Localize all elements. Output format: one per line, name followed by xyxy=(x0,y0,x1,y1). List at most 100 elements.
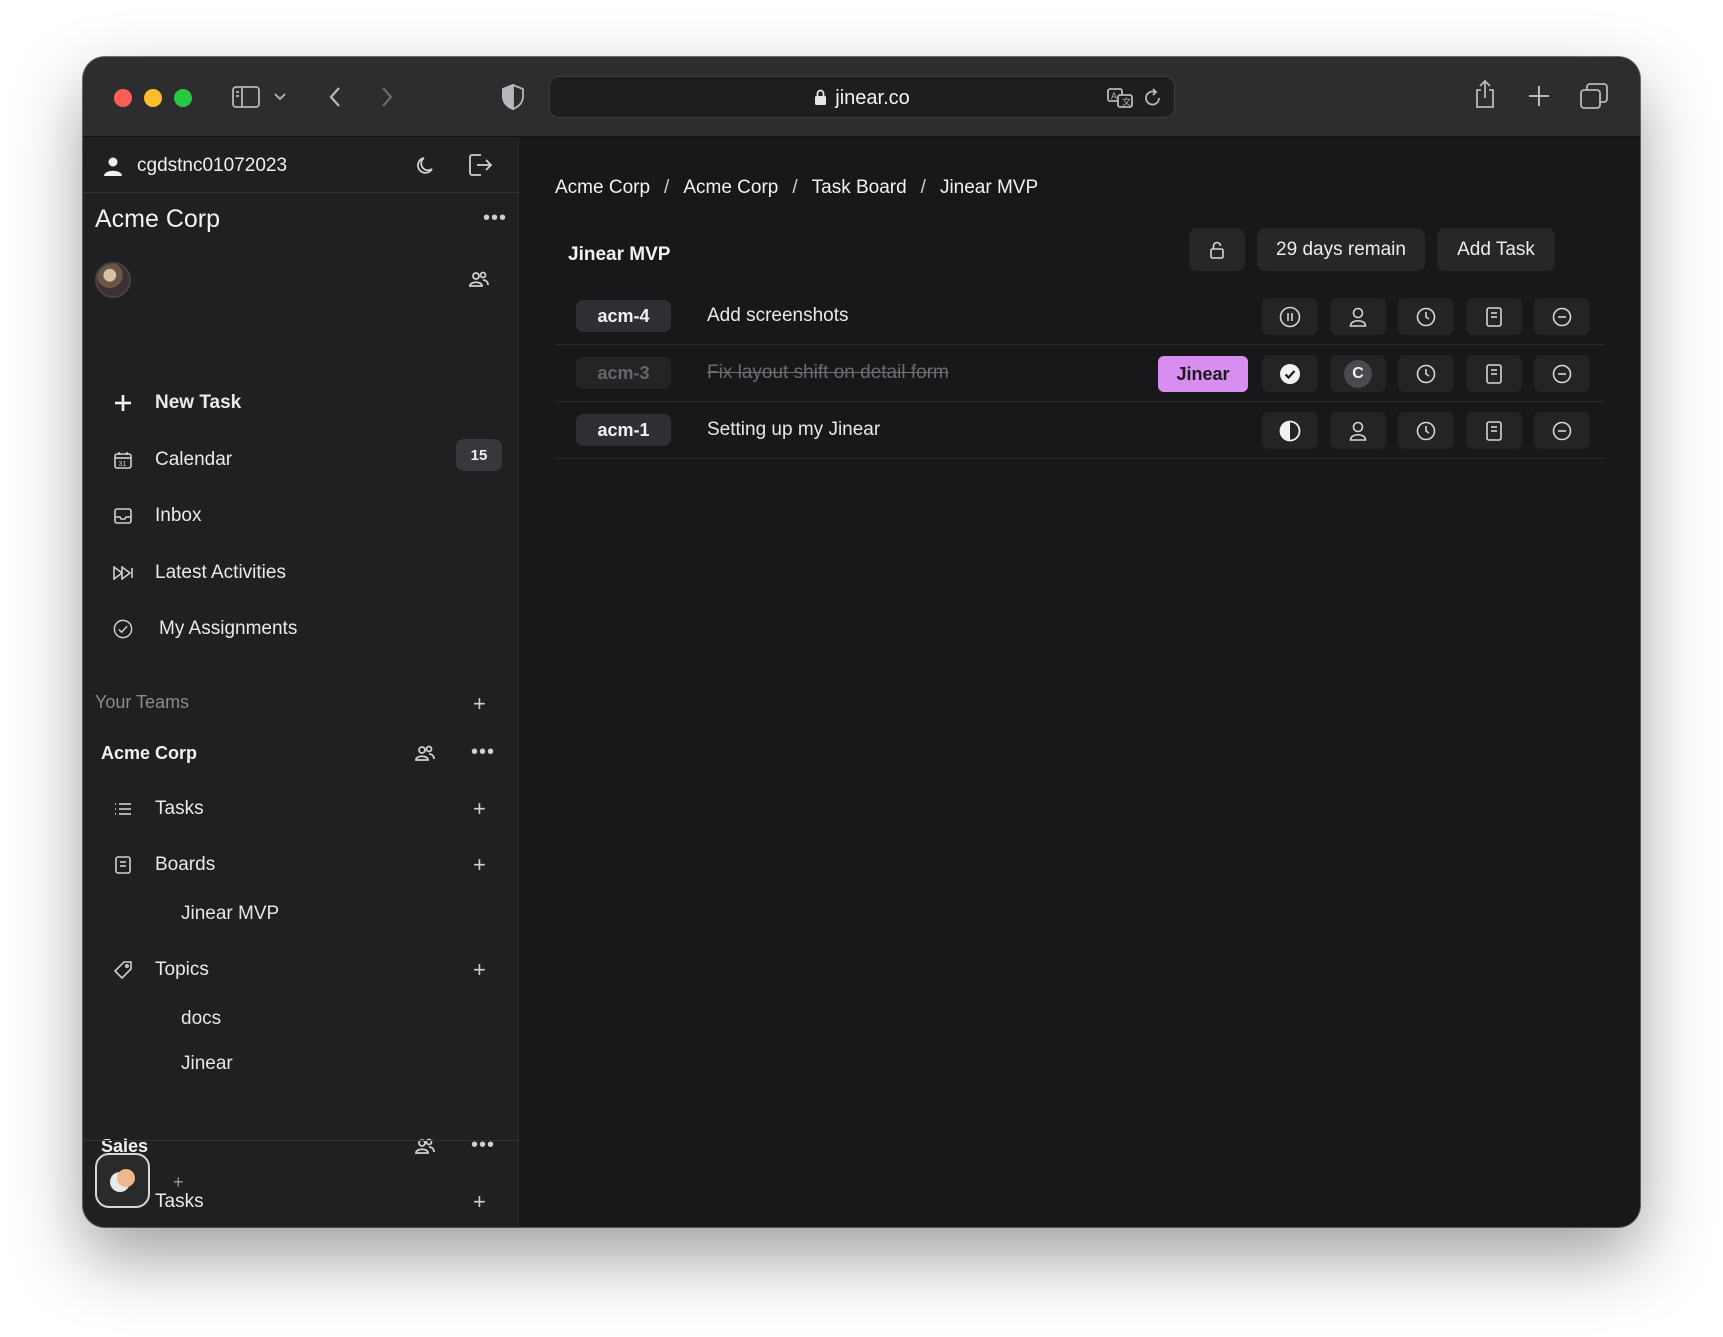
document-icon xyxy=(1486,363,1502,384)
forward-icon[interactable] xyxy=(375,83,399,111)
add-board-button[interactable]: + xyxy=(473,854,486,876)
task-row[interactable]: acm-4 Add screenshots xyxy=(555,289,1604,345)
moon-icon[interactable] xyxy=(413,153,439,179)
new-tab-icon[interactable] xyxy=(1526,82,1552,110)
browser-toolbar: jinear.co A文 xyxy=(83,57,1640,137)
back-icon[interactable] xyxy=(323,83,347,111)
workspace-title: Acme Corp xyxy=(95,205,221,233)
latest-activities-label: Latest Activities xyxy=(155,562,286,583)
close-window-button[interactable] xyxy=(114,89,132,107)
calendar-icon: 31 xyxy=(113,450,133,470)
board-button[interactable] xyxy=(1466,298,1522,335)
half-circle-icon xyxy=(1279,420,1301,441)
browser-window: jinear.co A文 cgdstnc01072023 Acme Corp •… xyxy=(83,57,1640,1227)
due-date-button[interactable] xyxy=(1398,298,1454,335)
status-button[interactable] xyxy=(1262,412,1318,449)
assignee-avatar: C xyxy=(1344,359,1372,388)
sidebar-item-boards[interactable]: Boards xyxy=(113,847,215,883)
topic-item-docs[interactable]: docs xyxy=(181,1008,221,1030)
status-button[interactable] xyxy=(1262,355,1318,392)
reload-icon[interactable] xyxy=(1142,86,1164,110)
workspace-switch-button[interactable] xyxy=(95,1153,150,1208)
address-bar[interactable]: jinear.co A文 xyxy=(549,76,1175,118)
task-title[interactable]: Fix layout shift on detail form xyxy=(707,362,949,384)
task-title[interactable]: Add screenshots xyxy=(707,305,849,327)
chevron-down-icon[interactable] xyxy=(271,87,289,107)
topic-item-jinear[interactable]: Jinear xyxy=(181,1053,233,1075)
remove-button[interactable] xyxy=(1534,298,1590,335)
topic-tag[interactable]: Jinear xyxy=(1158,356,1248,392)
share-icon[interactable] xyxy=(1471,77,1499,111)
breadcrumb-separator: / xyxy=(920,177,926,198)
workspace-members-icon[interactable] xyxy=(467,267,491,291)
workspace-logo-icon xyxy=(109,1168,135,1192)
team-members-icon[interactable] xyxy=(413,741,437,765)
days-remain-button[interactable]: 29 days remain xyxy=(1257,228,1425,271)
breadcrumb-item[interactable]: Jinear MVP xyxy=(940,177,1038,199)
task-row[interactable]: acm-3 Fix layout shift on detail form Ji… xyxy=(555,346,1604,402)
team-name-acme[interactable]: Acme Corp xyxy=(101,743,197,764)
avatar[interactable] xyxy=(95,262,131,298)
new-task-button[interactable]: New Task xyxy=(113,385,241,421)
sidebar-toggle-icon[interactable] xyxy=(230,82,262,112)
board-icon xyxy=(113,855,133,875)
remove-button[interactable] xyxy=(1534,355,1590,392)
add-team-button[interactable]: + xyxy=(473,693,486,715)
calendar-label: Calendar xyxy=(155,449,233,470)
tabs-overview-icon[interactable] xyxy=(1579,81,1609,111)
shield-icon[interactable] xyxy=(500,82,526,112)
user-icon xyxy=(104,157,122,176)
assignee-button[interactable] xyxy=(1330,298,1386,335)
main-content: Acme Corp / Acme Corp / Task Board / Jin… xyxy=(519,137,1640,1227)
svg-text:文: 文 xyxy=(1122,96,1131,107)
due-date-button[interactable] xyxy=(1398,412,1454,449)
minus-circle-icon xyxy=(1552,421,1572,440)
board-button[interactable] xyxy=(1466,355,1522,392)
add-task-plus-button[interactable]: + xyxy=(473,798,486,820)
inbox-count-badge: 15 xyxy=(456,439,502,471)
url-text: jinear.co xyxy=(835,87,910,109)
add-workspace-button[interactable]: + xyxy=(173,1173,184,1191)
board-item-jinear-mvp[interactable]: Jinear MVP xyxy=(181,903,279,925)
add-topic-button[interactable]: + xyxy=(473,959,486,981)
sidebar-item-latest-activities[interactable]: Latest Activities xyxy=(113,555,286,591)
assignee-button[interactable] xyxy=(1330,412,1386,449)
remove-button[interactable] xyxy=(1534,412,1590,449)
workspace-more-icon[interactable]: ••• xyxy=(483,207,507,230)
task-id: acm-1 xyxy=(576,414,671,446)
translate-icon[interactable]: A文 xyxy=(1106,86,1134,110)
logout-icon[interactable] xyxy=(467,151,495,179)
team-more-icon[interactable]: ••• xyxy=(471,741,495,764)
sidebar-item-team-tasks[interactable]: Tasks xyxy=(113,791,204,827)
breadcrumb-item[interactable]: Task Board xyxy=(812,177,907,199)
current-user[interactable]: cgdstnc01072023 xyxy=(103,151,287,181)
unlock-icon xyxy=(1210,241,1224,259)
lock-icon xyxy=(814,89,827,112)
check-circle-filled-icon xyxy=(1280,363,1300,384)
check-circle-icon xyxy=(113,619,133,639)
team-tasks-label: Tasks xyxy=(155,798,204,819)
sidebar-item-topics[interactable]: Topics xyxy=(113,952,209,988)
sidebar-item-my-assignments[interactable]: My Assignments xyxy=(113,611,297,647)
status-button[interactable] xyxy=(1262,298,1318,335)
breadcrumb-separator: / xyxy=(664,177,670,198)
board-title: Jinear MVP xyxy=(568,244,671,265)
zoom-window-button[interactable] xyxy=(174,89,192,107)
breadcrumb-item[interactable]: Acme Corp xyxy=(555,177,650,199)
clock-icon xyxy=(1416,421,1436,440)
sidebar-item-calendar[interactable]: 31 Calendar xyxy=(113,442,232,478)
add-task-button[interactable]: Add Task xyxy=(1437,228,1555,271)
minimize-window-button[interactable] xyxy=(144,89,162,107)
board-button[interactable] xyxy=(1466,412,1522,449)
assignee-button[interactable]: C xyxy=(1330,355,1386,392)
sidebar: cgdstnc01072023 Acme Corp ••• New Task 3… xyxy=(83,137,519,1227)
your-teams-label: Your Teams xyxy=(95,692,190,712)
new-task-label: New Task xyxy=(155,392,242,413)
task-title[interactable]: Setting up my Jinear xyxy=(707,419,880,441)
minus-circle-icon xyxy=(1552,364,1572,383)
board-lock-button[interactable] xyxy=(1189,228,1245,271)
due-date-button[interactable] xyxy=(1398,355,1454,392)
breadcrumb-item[interactable]: Acme Corp xyxy=(683,177,778,199)
task-row[interactable]: acm-1 Setting up my Jinear xyxy=(555,403,1604,459)
sidebar-item-inbox[interactable]: Inbox xyxy=(113,498,201,534)
